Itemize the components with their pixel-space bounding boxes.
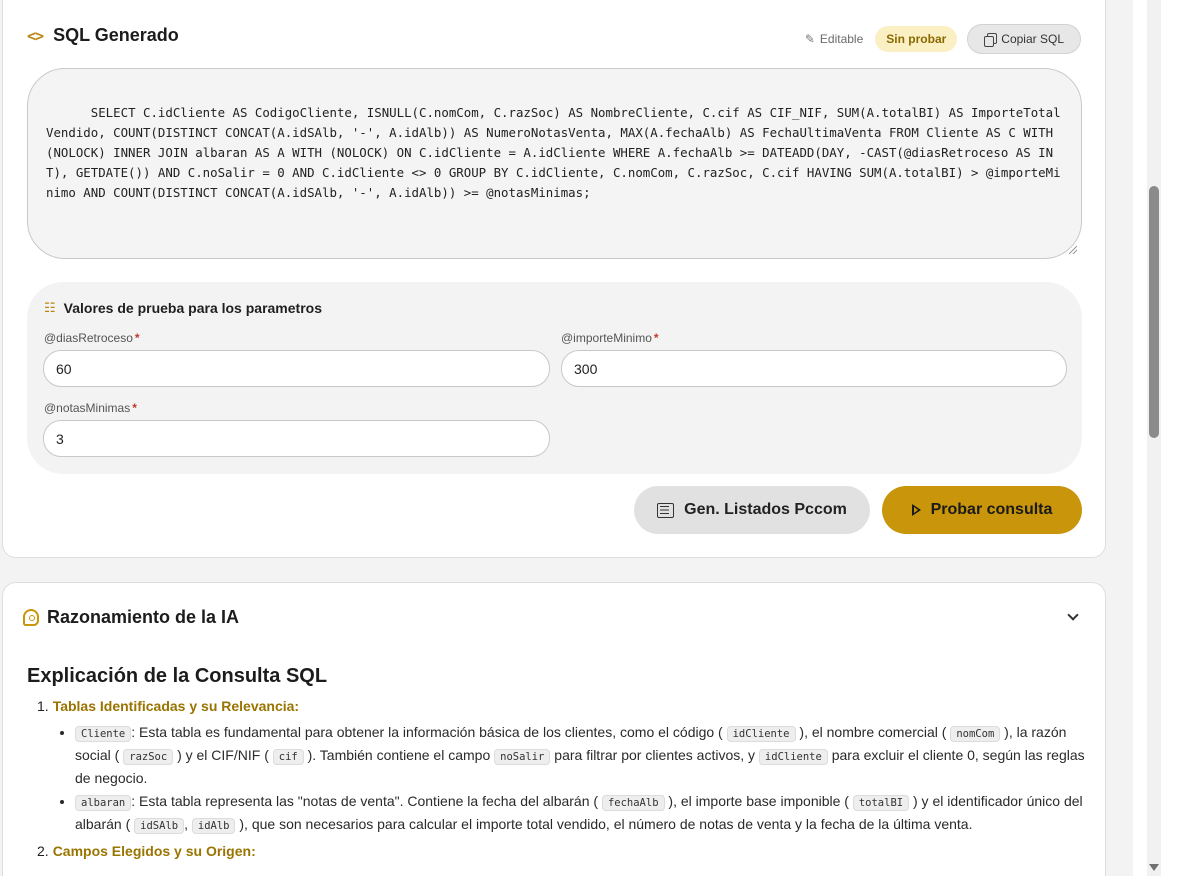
gen-listados-label: Gen. Listados Pccom [684,501,847,518]
chevron-down-icon[interactable] [1067,609,1079,621]
dias-retroceso-input[interactable]: 60 [43,350,550,387]
ai-reasoning-title: Razonamiento de la IA [47,607,240,627]
notas-minimas-input[interactable]: 3 [43,420,550,457]
sql-generated-card: <> SQL Generado ✎ Editable Sin probar Co… [2,0,1106,558]
play-icon [911,504,921,516]
ai-reasoning-header[interactable]: Razonamiento de la IA [23,607,239,628]
main-scroll-area: <> SQL Generado ✎ Editable Sin probar Co… [0,0,1133,876]
params-header: ☷ Valores de prueba para los parametros [44,300,322,316]
params-title: Valores de prueba para los parametros [63,300,322,316]
list-icon [657,502,675,518]
pencil-icon: ✎ [804,32,815,46]
tables-list: Cliente: Esta tabla es fundamental para … [75,722,1087,837]
copy-icon [984,33,998,47]
right-pane [1161,0,1201,876]
list-item: albaran: Esta tabla representa las "nota… [75,791,1087,837]
sql-card-header: <> SQL Generado [27,25,179,46]
explanation-heading: Explicación de la Consulta SQL [27,665,328,687]
params-panel: ☷ Valores de prueba para los parametros … [27,282,1082,474]
brain-icon [23,609,39,626]
param-label-dias: @diasRetroceso * [44,331,140,345]
gen-listados-button[interactable]: Gen. Listados Pccom [634,486,870,534]
importe-minimo-input[interactable]: 300 [561,350,1067,387]
vertical-scrollbar[interactable] [1147,0,1161,876]
sql-text: SELECT C.idCliente AS CodigoCliente, ISN… [46,105,1061,200]
copy-sql-button[interactable]: Copiar SQL [967,24,1081,54]
status-badge: Sin probar [875,26,958,52]
sql-card-title: SQL Generado [53,25,179,45]
resize-handle[interactable] [1069,246,1077,254]
section-heading: 1. Tablas Identificadas y su Relevancia: [37,698,300,714]
page-gutter [1133,0,1147,876]
sql-editor[interactable]: SELECT C.idCliente AS CodigoCliente, ISN… [27,68,1082,259]
section-heading: 2. Campos Elegidos y su Origen: [37,843,256,859]
scroll-down-arrow-icon[interactable] [1149,864,1159,871]
sql-card-actions: ✎ Editable Sin probar Copiar SQL [805,24,1081,54]
param-label-notas: @notasMinimas * [44,401,137,415]
code-icon: <> [27,26,44,45]
probar-consulta-label: Probar consulta [930,501,1053,518]
list-item: Cliente: Esta tabla es fundamental para … [75,722,1087,789]
editable-indicator: ✎ Editable [805,32,863,46]
sliders-icon: ☷ [44,300,56,315]
explanation-content: Explicación de la Consulta SQL 1. Tablas… [27,665,1087,867]
param-label-importe: @importeMinimo * [561,331,659,345]
scroll-thumb[interactable] [1149,186,1159,438]
copy-sql-label: Copiar SQL [1001,32,1064,46]
editable-label: Editable [819,32,864,46]
probar-consulta-button[interactable]: Probar consulta [882,486,1082,534]
ai-reasoning-card: Razonamiento de la IA Explicación de la … [2,582,1106,876]
